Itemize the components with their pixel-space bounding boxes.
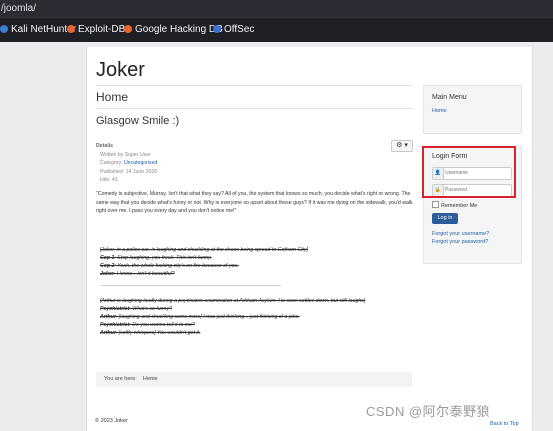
details-heading: Details [96,143,114,149]
scene-2: [Arthur is laughing loudly during a psyc… [100,297,400,337]
written-by: Written by Super User [100,151,151,158]
scene-separator [101,285,281,286]
page-container: Joker Home Glasgow Smile :) ⚙ ▾ Details … [86,47,533,431]
category-link[interactable]: Uncategorised [124,160,157,166]
stage-direction: [Arthur is laughing loudly during a psyc… [100,298,366,304]
dialogue-line: Arthur: [laughing and chuckling some mor… [100,314,300,320]
dialogue-line: Cop 1: Stop laughing, you freak. This is… [100,255,212,261]
article-title: Glasgow Smile :) [96,115,180,127]
bookmarks-toolbar: Kali NetHunter Exploit-DB Google Hacking… [0,17,553,42]
article-details: Details Written by Super User Category: … [96,142,157,185]
dialogue-line: Joker: I know... Isn't it beautiful? [100,271,175,277]
hits-count: Hits: 41 [100,177,118,183]
page-title: Home [96,90,129,104]
offsec-icon [213,25,221,33]
forgot-username-link[interactable]: Forgot your username? [432,231,489,237]
divider [96,108,412,109]
forgot-password-link[interactable]: Forgot your password? [432,239,488,245]
main-menu-module: Main Menu Home [423,85,522,134]
dialogue-line: Cop 2: Yeah, the whole fucking city's on… [100,263,239,269]
dialogue-line: Psychiatrist: Do you wanna tell it to me… [100,322,195,328]
dialogue-line: Psychiatrist: What's so funny? [100,306,172,312]
login-button[interactable]: Log in [432,213,458,224]
watermark: CSDN @阿尔泰野狼 [366,404,491,419]
footer-copyright: © 2023 Joker [95,418,128,424]
back-to-top-link[interactable]: Back to Top [490,421,519,427]
kali-icon [0,25,8,33]
stage-direction: [Joker, in a police car, is laughing and… [100,247,308,253]
breadcrumb-home[interactable]: Home [143,376,158,382]
article-tools-button[interactable]: ⚙ ▾ [391,140,413,152]
bookmark-offsec[interactable]: OffSec [213,18,254,42]
dialogue-line: Arthur: [softly whispers] You wouldn't g… [100,330,201,336]
published-date: Published: 14 June 2020 [100,168,158,175]
divider [96,85,412,86]
scene-1: [Joker, in a police car, is laughing and… [100,246,400,278]
main-menu-heading: Main Menu [432,94,467,101]
category: Category: Uncategorised [100,160,158,166]
breadcrumb-label: You are here: [104,376,137,382]
url-text: /joomla/ [1,3,37,14]
remember-me-checkbox[interactable] [432,201,439,208]
highlight-box [422,146,516,198]
breadcrumb: You are here: Home [96,372,412,387]
ghdb-icon [124,25,132,33]
bookmark-kali-nethunter[interactable]: Kali NetHunter [0,18,76,42]
bookmark-google-hacking-db[interactable]: Google Hacking DB [124,18,223,42]
address-bar[interactable]: /joomla/ [0,0,553,17]
main-menu-home-link[interactable]: Home [432,108,447,114]
bookmark-exploit-db[interactable]: Exploit-DB [67,18,125,42]
site-brand[interactable]: Joker [96,59,145,82]
remember-me[interactable]: Remember Me [432,201,477,209]
article-intro: "Comedy is subjective, Murray. Isn't tha… [96,191,413,214]
exploit-db-icon [67,25,75,33]
